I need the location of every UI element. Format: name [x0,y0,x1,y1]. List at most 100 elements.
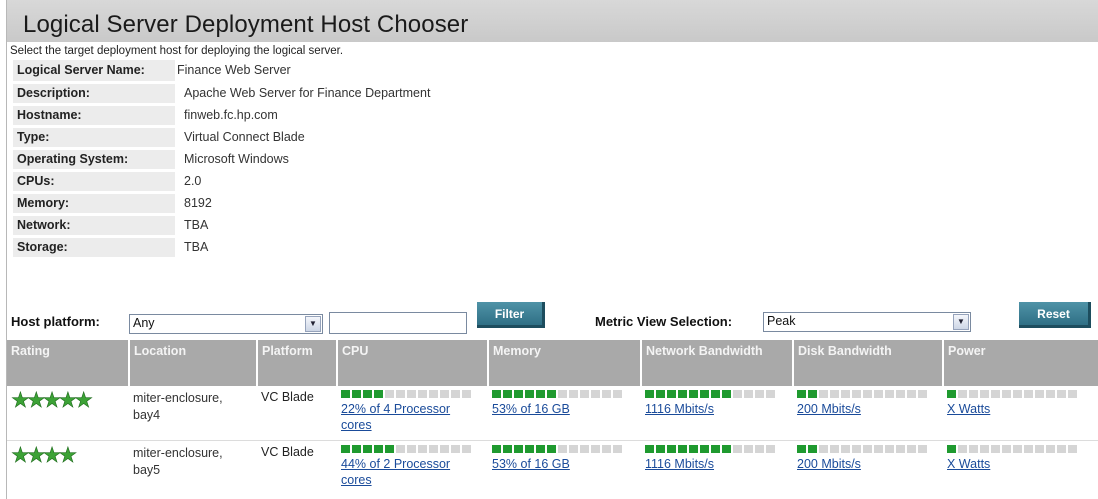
location-cell: miter-enclosure, bay4 [129,386,257,441]
bar-segment [1035,444,1044,453]
bar-segment [492,444,501,453]
bar-segment [591,444,600,453]
network-usage-bar [645,444,789,453]
network-link[interactable]: 1116 Mbits/s [645,401,789,417]
host-platform-select[interactable]: Any ▼ [129,314,323,334]
memory-link[interactable]: 53% of 16 GB [492,401,637,417]
column-header-cpu[interactable]: CPU [337,340,489,386]
bar-segment [689,444,698,453]
info-label: Logical Server Name: [13,60,175,84]
bar-segment [385,390,394,398]
bar-segment [558,444,567,453]
disk-cell: 200 Mbits/s [793,386,943,441]
info-label: Type: [13,126,175,150]
table-row[interactable]: ★★★★ miter-enclosure, bay5 VC Blade 44% … [7,440,1098,494]
column-header-platform[interactable]: Platform [257,340,338,386]
bar-segment [797,390,806,398]
power-usage-bar [947,444,1095,453]
bar-segment [547,390,556,398]
info-row: Description: Apache Web Server for Finan… [13,82,435,106]
column-header-network[interactable]: Network Bandwidth [641,340,794,386]
bar-segment [830,390,839,398]
bar-segment [918,390,927,398]
info-value: finweb.fc.hp.com [175,104,435,128]
info-label: CPUs: [13,170,175,194]
bar-segment [602,444,611,453]
info-value: Virtual Connect Blade [175,126,435,150]
bar-segment [525,390,534,398]
info-row: Memory: 8192 [13,192,435,216]
cpu-link[interactable]: 44% of 2 Processor cores [341,456,484,488]
bar-segment [1002,444,1011,453]
bar-segment [700,444,709,453]
column-header-rating[interactable]: Rating [7,340,130,386]
info-label: Memory: [13,192,175,216]
bar-segment [819,444,828,453]
bar-segment [492,390,501,398]
bar-segment [341,444,350,453]
bar-segment [418,390,427,398]
star-rating-icon: ★★★★★ [11,389,94,412]
bar-segment [755,390,764,398]
bar-segment [645,390,654,398]
bar-segment [1024,390,1033,398]
chevron-down-icon[interactable]: ▼ [953,314,969,330]
network-link[interactable]: 1116 Mbits/s [645,456,789,472]
filter-text-input[interactable] [329,312,467,334]
info-value: Microsoft Windows [175,148,435,172]
bar-segment [363,444,372,453]
info-label: Operating System: [13,148,175,172]
cpu-link[interactable]: 22% of 4 Processor cores [341,401,484,433]
bar-segment [591,390,600,398]
table-row[interactable]: ★★★★★ miter-enclosure, bay4 VC Blade 22%… [7,386,1098,441]
chevron-down-icon[interactable]: ▼ [305,316,321,332]
disk-link[interactable]: 200 Mbits/s [797,401,939,417]
bar-segment [462,444,471,453]
metric-view-select[interactable]: Peak ▼ [763,312,971,332]
bar-segment [1068,444,1077,453]
bar-segment [678,390,687,398]
bar-segment [429,390,438,398]
info-row: Network: TBA [13,214,435,238]
bar-segment [808,390,817,398]
info-row: Storage: TBA [13,236,435,260]
reset-button[interactable]: Reset [1019,302,1091,328]
server-info-table: Logical Server Name: Finance Web Server … [13,60,435,260]
bar-segment [1057,390,1066,398]
bar-segment [797,444,806,453]
memory-link[interactable]: 53% of 16 GB [492,456,637,472]
bar-segment [852,444,861,453]
bar-segment [947,390,956,398]
bar-segment [1013,390,1022,398]
column-header-memory[interactable]: Memory [488,340,642,386]
metric-view-label: Metric View Selection: [595,314,733,329]
bar-segment [896,444,905,453]
host-results-table: Rating Location Platform CPU Memory Netw… [7,340,1098,494]
power-link[interactable]: X Watts [947,456,1095,472]
disk-link[interactable]: 200 Mbits/s [797,456,939,472]
bar-segment [363,390,372,398]
bar-segment [1068,390,1077,398]
filter-button[interactable]: Filter [477,302,545,328]
column-header-power[interactable]: Power [943,340,1098,386]
bar-segment [440,390,449,398]
bar-segment [374,444,383,453]
bar-segment [418,444,427,453]
info-value: Apache Web Server for Finance Department [175,82,435,106]
bar-segment [918,444,927,453]
network-cell: 1116 Mbits/s [641,386,793,441]
bar-segment [536,444,545,453]
power-link[interactable]: X Watts [947,401,1095,417]
bar-segment [1002,390,1011,398]
info-label: Storage: [13,236,175,260]
bar-segment [980,390,989,398]
network-cell: 1116 Mbits/s [641,440,793,494]
column-header-disk[interactable]: Disk Bandwidth [793,340,944,386]
bar-segment [667,390,676,398]
info-label: Description: [13,82,175,106]
column-header-location[interactable]: Location [129,340,258,386]
metric-view-value: Peak [767,314,796,328]
bar-segment [755,444,764,453]
disk-usage-bar [797,444,939,453]
info-row: CPUs: 2.0 [13,170,435,194]
